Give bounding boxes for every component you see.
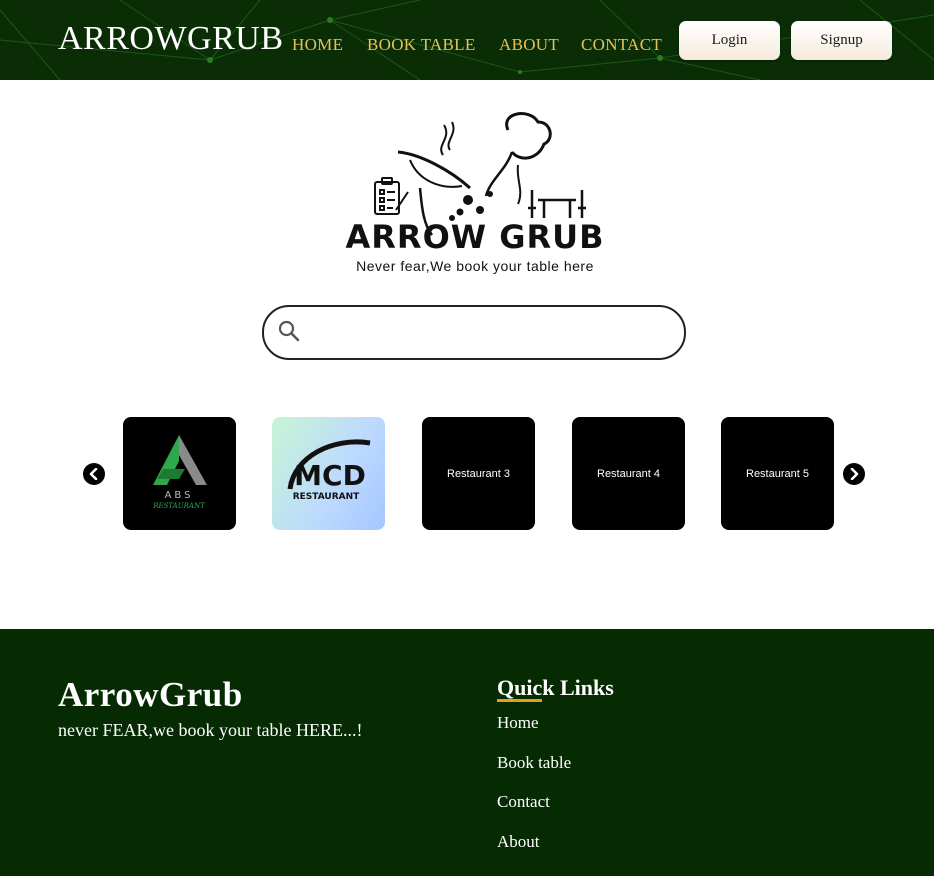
restaurant-card-label: Restaurant 5: [746, 467, 809, 480]
chevron-left-icon: [89, 468, 98, 480]
search-input[interactable]: [308, 315, 672, 351]
hero-tagline: Never fear,We book your table here: [356, 258, 594, 274]
mcd-restaurant-logo: MCD RESTAURANT: [287, 439, 371, 502]
abs-sub-text: RESTAURANT: [152, 502, 206, 510]
abs-restaurant-logo: ABS RESTAURANT: [152, 435, 207, 510]
footer: ArrowGrub never FEAR,we book your table …: [0, 629, 934, 876]
signup-button[interactable]: Signup: [791, 21, 892, 60]
abs-name-text: ABS: [165, 490, 194, 501]
footer-link-about[interactable]: About: [497, 832, 540, 852]
login-button[interactable]: Login: [679, 21, 780, 60]
footer-link-book-table[interactable]: Book table: [497, 753, 571, 773]
restaurant-card-4[interactable]: Restaurant 4: [572, 417, 685, 530]
footer-link-home[interactable]: Home: [497, 713, 539, 733]
mcd-sub-text: RESTAURANT: [293, 492, 360, 502]
nav-link-home[interactable]: HOME: [292, 35, 343, 55]
nav-link-book-table[interactable]: BOOK TABLE: [367, 35, 476, 55]
search-bar[interactable]: [262, 305, 686, 360]
nav-link-contact[interactable]: CONTACT: [581, 35, 662, 55]
footer-tagline: never FEAR,we book your table HERE...!: [58, 720, 363, 740]
logo-wordmark: ARROW GRUB: [346, 218, 605, 255]
nav-link-about[interactable]: ABOUT: [499, 35, 559, 55]
carousel-prev-button[interactable]: [83, 463, 105, 485]
restaurant-card-label: Restaurant 3: [447, 467, 510, 480]
navbar: ARROWGRUB HOME BOOK TABLE ABOUT CONTACT …: [0, 0, 934, 80]
restaurant-card-mcd[interactable]: MCD RESTAURANT: [272, 417, 385, 530]
chevron-right-icon: [850, 468, 859, 480]
restaurant-card-label: Restaurant 4: [597, 467, 660, 480]
arrowgrub-logo-illustration: ARROW GRUB: [346, 112, 605, 255]
footer-brand: ArrowGrub: [58, 675, 243, 714]
restaurant-card-abs[interactable]: ABS RESTAURANT: [123, 417, 236, 530]
restaurant-card-5[interactable]: Restaurant 5: [721, 417, 834, 530]
brand-logo-text[interactable]: ARROWGRUB: [58, 20, 284, 58]
quick-links-underline: [497, 699, 542, 702]
footer-link-contact[interactable]: Contact: [497, 792, 550, 812]
quick-links-title: Quick Links: [497, 675, 614, 700]
search-icon: [278, 320, 300, 342]
carousel-next-button[interactable]: [843, 463, 865, 485]
restaurant-card-3[interactable]: Restaurant 3: [422, 417, 535, 530]
mcd-name-text: MCD: [294, 459, 366, 492]
